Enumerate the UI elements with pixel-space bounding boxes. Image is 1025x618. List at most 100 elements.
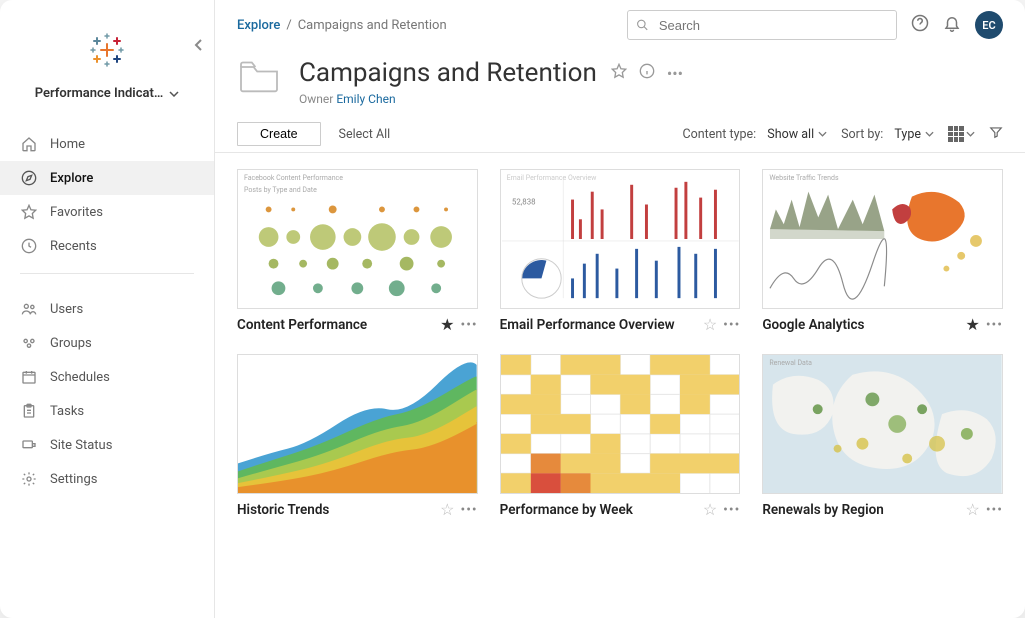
card-title: Performance by Week [500, 502, 697, 518]
card-more-icon[interactable]: ••• [460, 502, 477, 518]
project-name: Performance Indicat… [35, 86, 163, 101]
thumbnail-chart [238, 355, 477, 493]
home-icon [20, 136, 38, 152]
card-title: Google Analytics [762, 317, 959, 333]
user-avatar[interactable]: EC [975, 11, 1003, 39]
card-title: Historic Trends [237, 502, 434, 518]
search-input[interactable] [657, 17, 888, 34]
card-more-icon[interactable]: ••• [986, 317, 1003, 333]
nav-label: Groups [50, 336, 92, 351]
page-header: Campaigns and Retention ••• Owner Emily … [215, 40, 1025, 116]
sidebar-item-users[interactable]: Users [0, 292, 214, 326]
favorite-page-star-icon[interactable] [611, 63, 627, 83]
card-star-icon[interactable]: ☆ [703, 315, 717, 334]
breadcrumb-current: Campaigns and Retention [298, 18, 447, 33]
card-more-icon[interactable]: ••• [723, 317, 740, 333]
title-block: Campaigns and Retention ••• Owner Emily … [299, 58, 683, 106]
content-type-dropdown[interactable]: Content type: Show all [683, 127, 828, 142]
calendar-icon [20, 369, 38, 385]
card-star-icon[interactable]: ★ [440, 315, 454, 334]
sidebar-collapse-chevron-icon[interactable] [194, 38, 204, 56]
nav-label: Site Status [50, 438, 112, 453]
view-mode-toggle[interactable] [948, 126, 975, 142]
sidebar-item-favorites[interactable]: Favorites [0, 195, 214, 229]
nav-label: Users [50, 302, 83, 317]
breadcrumb-root[interactable]: Explore [237, 18, 280, 33]
sidebar-item-schedules[interactable]: Schedules [0, 360, 214, 394]
sidebar-item-recents[interactable]: Recents [0, 229, 214, 263]
card-title: Renewals by Region [762, 502, 959, 518]
thumbnail-chart [763, 355, 1002, 493]
workbook-card[interactable]: Email Performance Overview 52,838 Email … [500, 169, 741, 334]
gear-icon [20, 471, 38, 487]
nav-label: Home [50, 137, 85, 152]
topbar: Explore / Campaigns and Retention EC [215, 0, 1025, 40]
sort-by-value: Type [894, 127, 921, 142]
card-title: Content Performance [237, 317, 434, 333]
nav-label: Tasks [50, 404, 84, 419]
card-more-icon[interactable]: ••• [460, 317, 477, 333]
search-input-container[interactable] [627, 10, 897, 40]
card-title: Email Performance Overview [500, 317, 697, 333]
workbook-card[interactable]: Renewal Data Renewals by Region ☆ ••• [762, 354, 1003, 519]
card-star-icon[interactable]: ☆ [440, 500, 454, 519]
content-type-value: Show all [767, 127, 814, 142]
nav-label: Explore [50, 171, 93, 186]
sidebar-item-tasks[interactable]: Tasks [0, 394, 214, 428]
breadcrumb-sep: / [286, 18, 291, 33]
tableau-logo-icon [0, 8, 214, 78]
thumb-heading: Email Performance Overview [507, 174, 597, 182]
clock-icon [20, 238, 38, 254]
content-grid: Facebook Content Performance Posts by Ty… [215, 153, 1025, 618]
thumb-heading: Facebook Content Performance [244, 174, 343, 182]
sidebar-item-site-status[interactable]: Site Status [0, 428, 214, 462]
groups-icon [20, 335, 38, 351]
notifications-icon[interactable] [943, 14, 961, 36]
help-icon[interactable] [911, 14, 929, 36]
workbook-card[interactable]: Historic Trends ☆ ••• [237, 354, 478, 519]
owner-line: Owner Emily Chen [299, 92, 683, 106]
compass-icon [20, 170, 38, 186]
main-area: Explore / Campaigns and Retention EC Cam… [215, 0, 1025, 618]
nav-label: Favorites [50, 205, 103, 220]
info-icon[interactable] [639, 63, 655, 83]
card-star-icon[interactable]: ☆ [703, 500, 717, 519]
filter-icon[interactable] [989, 125, 1003, 143]
thumbnail-chart: 52,838 [501, 170, 740, 308]
page-more-icon[interactable]: ••• [667, 64, 683, 83]
sidebar-item-settings[interactable]: Settings [0, 462, 214, 496]
sort-by-dropdown[interactable]: Sort by: Type [841, 127, 934, 142]
sidebar-nav-admin: Users Groups Schedules Tasks Site Status… [0, 284, 214, 496]
breadcrumb: Explore / Campaigns and Retention [237, 18, 447, 33]
card-star-icon[interactable]: ★ [965, 315, 979, 334]
workbook-card[interactable]: Performance by Week ☆ ••• [500, 354, 741, 519]
chevron-down-icon [966, 131, 975, 137]
owner-link[interactable]: Emily Chen [336, 92, 395, 106]
card-more-icon[interactable]: ••• [723, 502, 740, 518]
nav-label: Schedules [50, 370, 110, 385]
thumb-subheading: Posts by Type and Date [244, 186, 317, 194]
grid-view-icon [948, 126, 964, 142]
users-icon [20, 301, 38, 317]
sidebar-nav-primary: Home Explore Favorites Recents [0, 119, 214, 263]
sort-by-label: Sort by: [841, 127, 883, 142]
card-more-icon[interactable]: ••• [986, 502, 1003, 518]
owner-label: Owner [299, 92, 333, 106]
sidebar-divider [20, 273, 194, 274]
workbook-card[interactable]: Website Traffic Trends Google Analytics [762, 169, 1003, 334]
thumbnail-chart [763, 170, 1002, 308]
nav-label: Settings [50, 472, 97, 487]
server-icon [20, 437, 38, 453]
card-star-icon[interactable]: ☆ [965, 500, 979, 519]
select-all-link[interactable]: Select All [339, 127, 391, 142]
chevron-down-icon [169, 91, 179, 97]
thumb-heading: Website Traffic Trends [769, 174, 838, 182]
create-button[interactable]: Create [237, 122, 321, 146]
topbar-actions: EC [911, 11, 1003, 39]
content-toolbar: Create Select All Content type: Show all… [215, 116, 1025, 153]
project-selector[interactable]: Performance Indicat… [0, 78, 214, 119]
sidebar-item-home[interactable]: Home [0, 127, 214, 161]
sidebar-item-explore[interactable]: Explore [0, 161, 214, 195]
workbook-card[interactable]: Facebook Content Performance Posts by Ty… [237, 169, 478, 334]
sidebar-item-groups[interactable]: Groups [0, 326, 214, 360]
